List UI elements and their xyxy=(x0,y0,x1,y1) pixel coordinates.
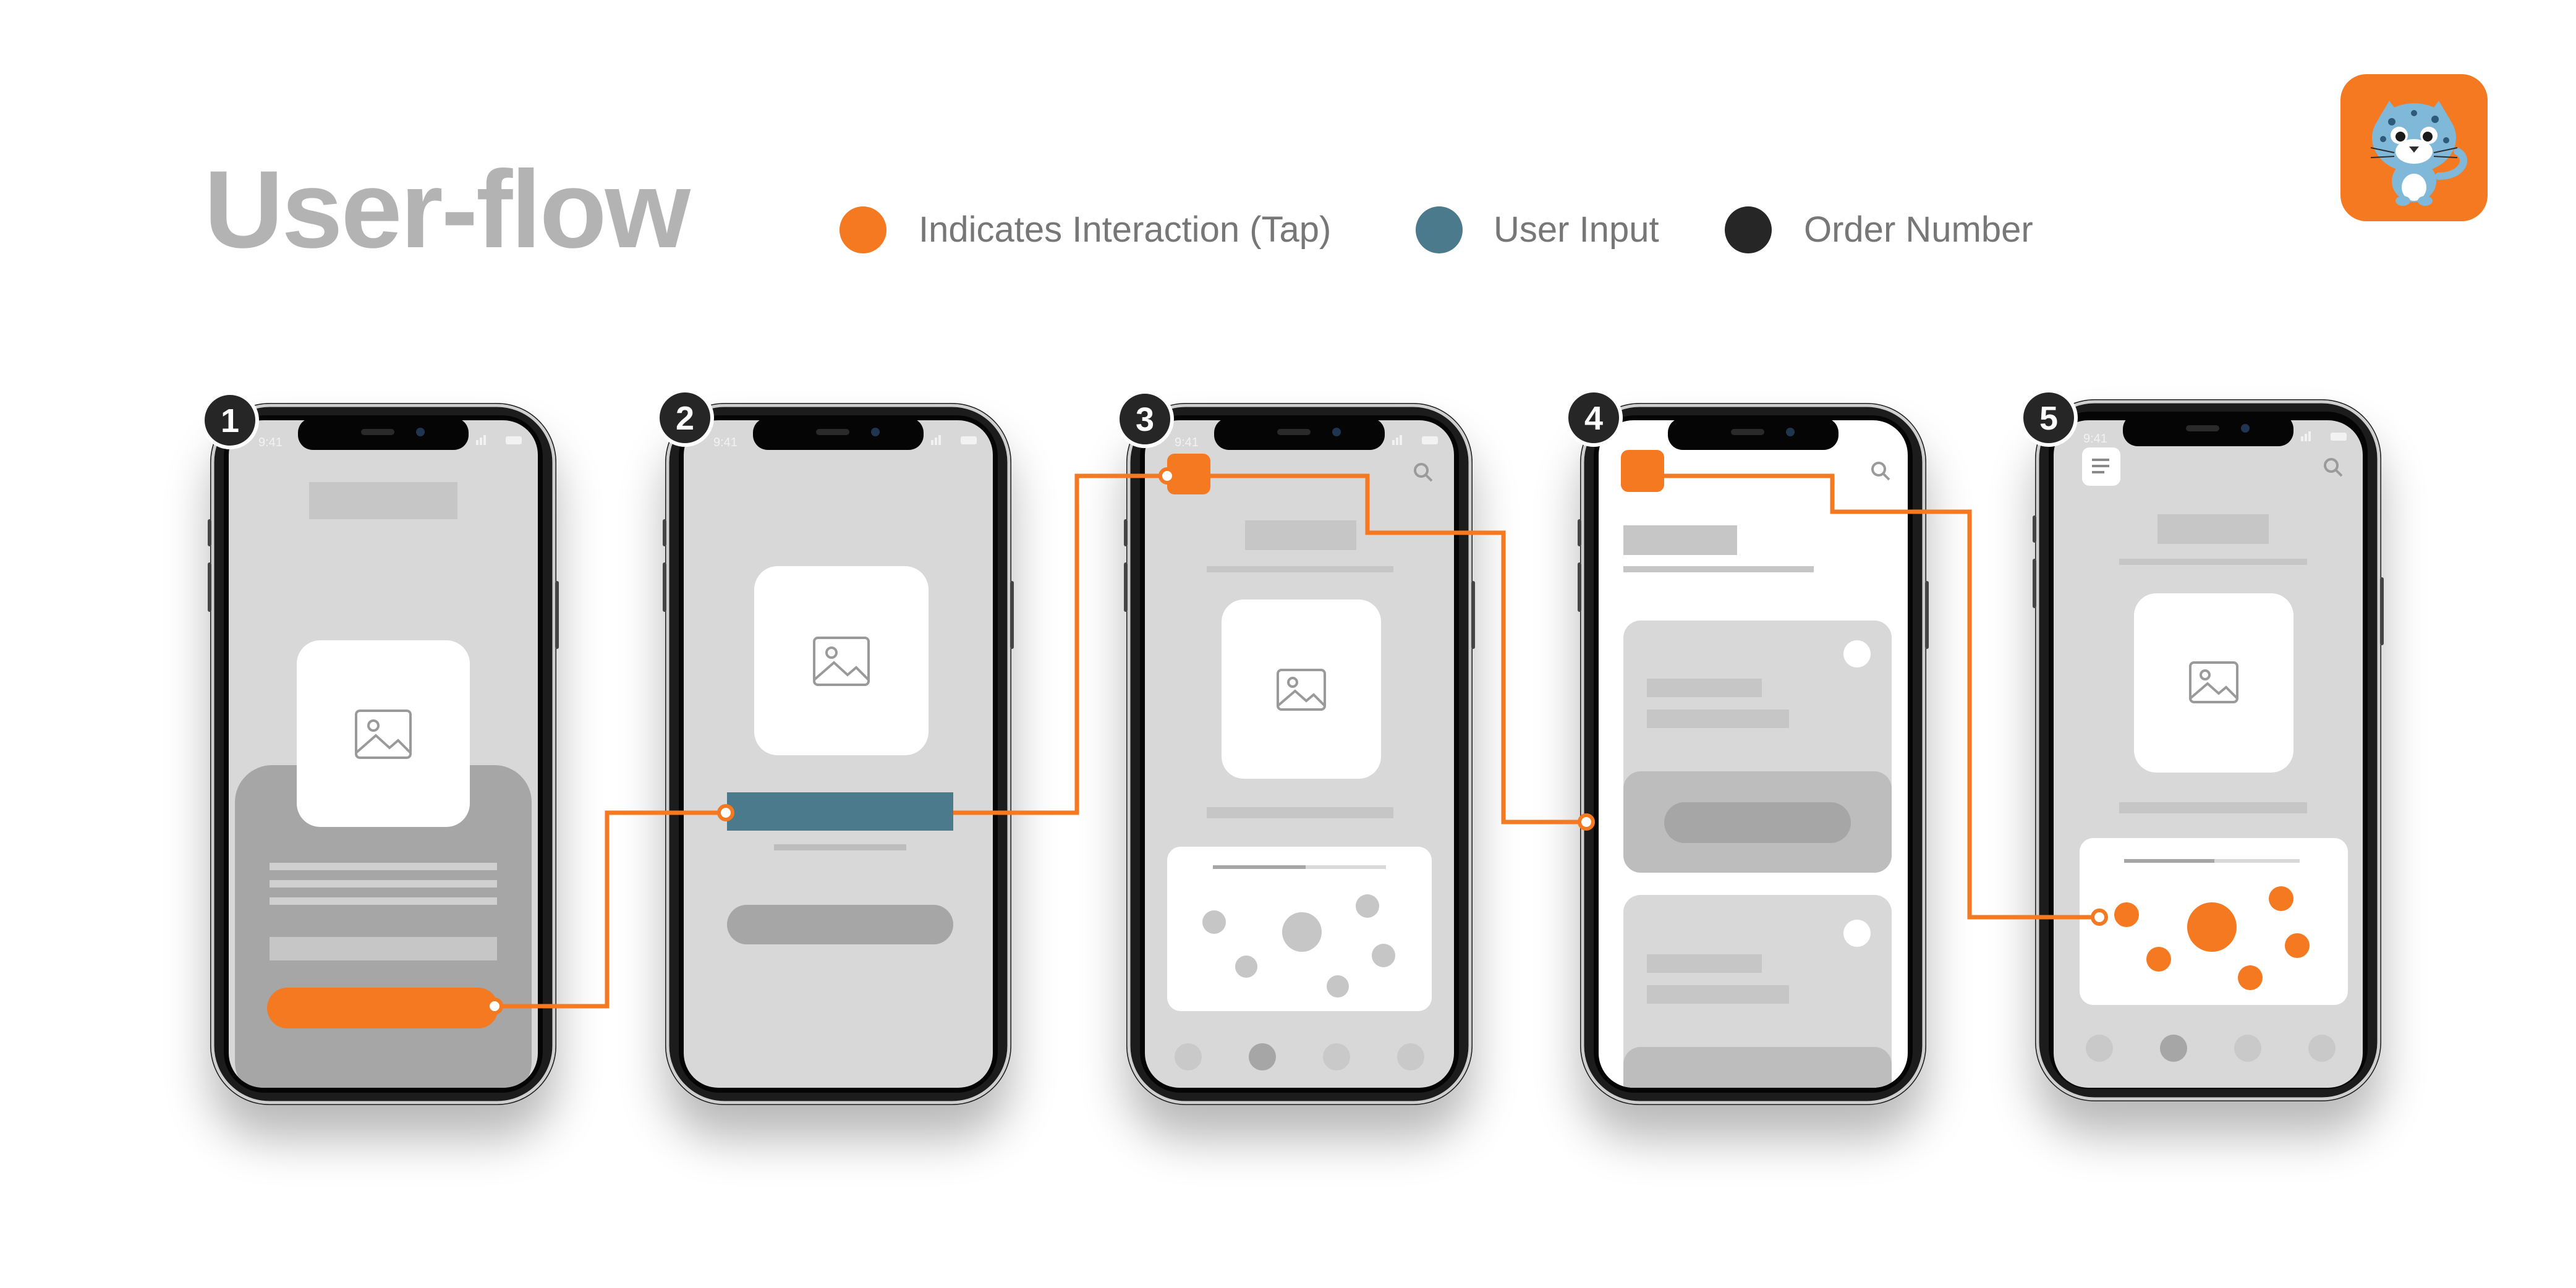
phone-1: 9:41 xyxy=(208,403,559,1105)
order-badge-3: 3 xyxy=(1116,390,1174,448)
menu-button[interactable] xyxy=(1621,450,1664,492)
phone-3: 9:41 xyxy=(1124,403,1475,1105)
order-number: 5 xyxy=(2039,400,2058,437)
status-time: 9:41 xyxy=(258,436,283,449)
card-radio[interactable] xyxy=(1843,640,1871,667)
order-badge-5: 5 xyxy=(2020,389,2078,447)
order-badge-4: 4 xyxy=(1565,389,1623,447)
image-placeholder xyxy=(297,640,470,827)
input-placeholder xyxy=(270,937,497,960)
user-flow-diagram: 9:41 9:41 9:41 9:41 1 2 3 4 5 xyxy=(201,74,2488,1105)
status-time: 9:41 xyxy=(2083,432,2107,446)
order-number: 2 xyxy=(676,400,694,437)
phone-2: 9:41 xyxy=(663,403,1014,1105)
card-button[interactable] xyxy=(1664,802,1851,843)
primary-cta-button[interactable] xyxy=(267,988,498,1028)
image-placeholder xyxy=(1222,600,1381,779)
title-placeholder xyxy=(2157,514,2269,544)
order-number: 4 xyxy=(1584,400,1603,437)
order-number: 3 xyxy=(1136,401,1154,438)
title-placeholder xyxy=(1245,520,1356,550)
status-time: 9:41 xyxy=(713,436,738,449)
order-badge-1: 1 xyxy=(201,391,259,449)
status-time: 9:41 xyxy=(1175,436,1199,449)
card-radio[interactable] xyxy=(1843,920,1871,947)
phone-5: 9:41 xyxy=(2033,399,2384,1101)
order-number: 1 xyxy=(221,402,239,439)
title-placeholder xyxy=(1623,525,1737,555)
image-placeholder xyxy=(754,566,929,755)
order-badge-2: 2 xyxy=(656,389,714,447)
user-input-field[interactable] xyxy=(727,792,953,831)
secondary-button[interactable] xyxy=(727,905,953,944)
image-placeholder xyxy=(2134,593,2293,773)
snow-leopard-mascot-icon xyxy=(2340,74,2488,221)
title-placeholder xyxy=(309,482,457,519)
